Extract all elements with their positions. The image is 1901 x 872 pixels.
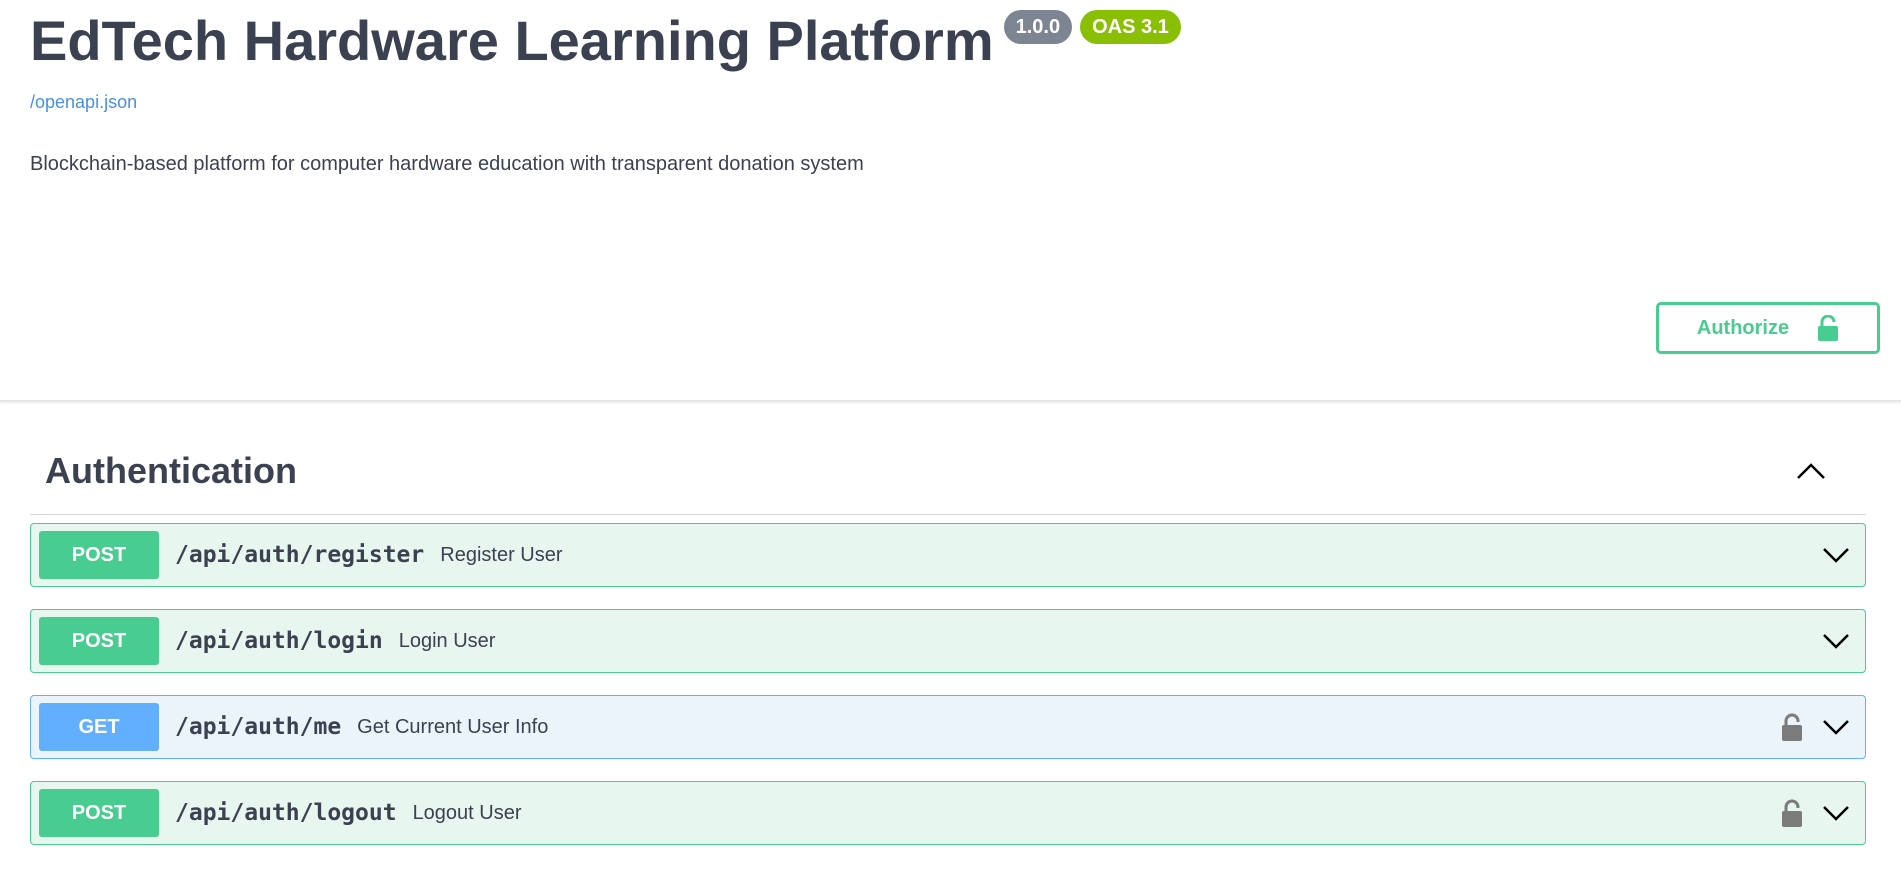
chevron-up-icon[interactable] xyxy=(1794,458,1828,484)
operation-path: /api/auth/me xyxy=(175,714,342,740)
operation-login-user[interactable]: POST /api/auth/login Login User xyxy=(30,609,1866,673)
operation-register-user[interactable]: POST /api/auth/register Register User xyxy=(30,523,1866,587)
title-row: EdTech Hardware Learning Platform 1.0.0 … xyxy=(30,10,1181,72)
tag-section-authentication: Authentication POST /api/auth/register R… xyxy=(30,430,1866,845)
method-badge: POST xyxy=(39,617,159,665)
method-badge: GET xyxy=(39,703,159,751)
lock-icon[interactable] xyxy=(1779,712,1805,742)
page-title: EdTech Hardware Learning Platform xyxy=(30,9,994,72)
operation-controls xyxy=(1779,696,1851,758)
header-divider xyxy=(0,400,1901,402)
section-title: Authentication xyxy=(45,450,297,491)
oas-version-badge: OAS 3.1 xyxy=(1080,10,1181,44)
api-info-header: EdTech Hardware Learning Platform 1.0.0 … xyxy=(30,0,1880,400)
operation-controls xyxy=(1821,610,1851,672)
version-badge: 1.0.0 xyxy=(1003,10,1073,44)
authorize-button[interactable]: Authorize xyxy=(1656,302,1880,354)
operation-path: /api/auth/logout xyxy=(175,800,397,826)
unlocked-lock-icon xyxy=(1818,315,1839,341)
method-badge: POST xyxy=(39,789,159,837)
method-badge: POST xyxy=(39,531,159,579)
lock-icon[interactable] xyxy=(1779,798,1805,828)
authorize-button-label: Authorize xyxy=(1696,316,1790,339)
chevron-down-icon[interactable] xyxy=(1821,544,1851,566)
chevron-down-icon[interactable] xyxy=(1821,802,1851,824)
operation-summary: Logout User xyxy=(412,801,522,824)
openapi-spec-link[interactable]: /openapi.json xyxy=(30,92,137,113)
api-description: Blockchain-based platform for computer h… xyxy=(30,153,864,175)
operation-path: /api/auth/login xyxy=(175,628,383,654)
section-header[interactable]: Authentication xyxy=(30,430,1866,515)
swagger-ui-page: EdTech Hardware Learning Platform 1.0.0 … xyxy=(0,0,1901,872)
operation-get-current-user[interactable]: GET /api/auth/me Get Current User Info xyxy=(30,695,1866,759)
operation-controls xyxy=(1821,524,1851,586)
chevron-down-icon[interactable] xyxy=(1821,630,1851,652)
chevron-down-icon[interactable] xyxy=(1821,716,1851,738)
operation-summary: Login User xyxy=(398,629,496,652)
operation-summary: Get Current User Info xyxy=(357,715,549,738)
operation-logout-user[interactable]: POST /api/auth/logout Logout User xyxy=(30,781,1866,845)
operation-path: /api/auth/register xyxy=(175,542,425,568)
operation-controls xyxy=(1779,782,1851,844)
operation-summary: Register User xyxy=(440,543,563,566)
